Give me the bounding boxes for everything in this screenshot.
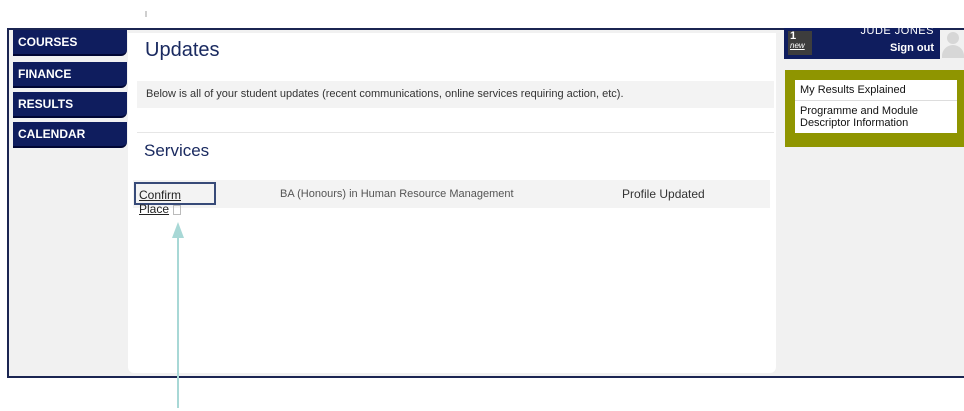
arrow-up-icon — [172, 222, 184, 408]
annotation-arrow — [172, 222, 184, 408]
